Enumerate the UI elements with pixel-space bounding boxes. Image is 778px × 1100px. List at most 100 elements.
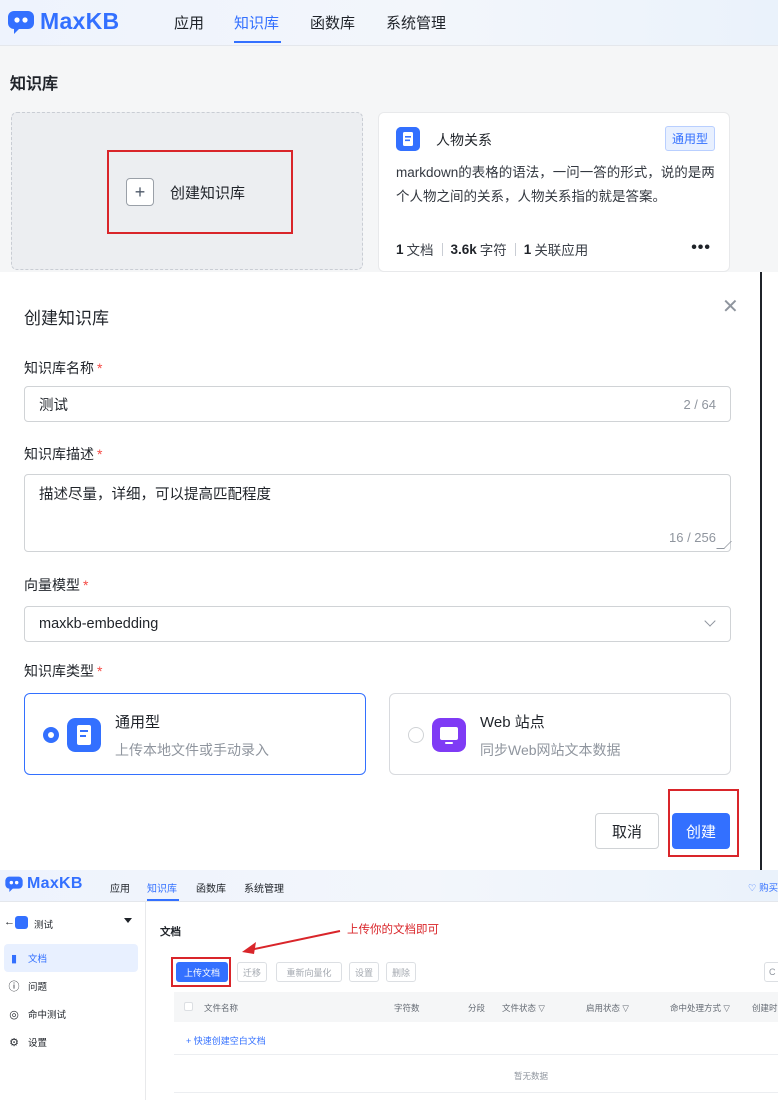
nav-apps[interactable]: 应用 (110, 880, 130, 895)
document-icon (67, 718, 101, 752)
name-char-counter: 2 / 64 (683, 396, 716, 412)
type-option-desc: 上传本地文件或手动录入 (115, 742, 269, 758)
name-input-value: 测试 (39, 397, 68, 414)
filter-icon[interactable]: ▽ (622, 1003, 629, 1013)
header-hit-handling[interactable]: 命中处理方式 ▽ (670, 1002, 730, 1014)
doc-count: 1 (396, 241, 404, 257)
header-file-name: 文件名称 (204, 1003, 239, 1013)
annotation-highlight-create (107, 150, 293, 234)
window-edge-line (760, 272, 762, 870)
back-arrow-icon[interactable]: ← (4, 916, 15, 928)
sidebar-item-hit-test[interactable]: ◎ 命中测试 (0, 1000, 138, 1028)
migrate-button[interactable]: 迁移 (237, 962, 267, 982)
desc-placeholder: 描述尽量，详细，可以提高匹配程度 (39, 487, 271, 503)
char-count-unit: 字符 (479, 243, 507, 258)
delete-button[interactable]: 删除 (386, 962, 416, 982)
knowledge-name-input[interactable]: 测试 2 / 64 (24, 386, 731, 422)
buy-pro-label: 购买专业 (759, 883, 778, 894)
caret-down-icon[interactable] (124, 918, 132, 923)
page-title: 文档 (160, 926, 181, 938)
refresh-button[interactable]: C (764, 962, 778, 982)
document-icon: ▮ (10, 952, 18, 965)
close-icon[interactable]: ✕ (722, 294, 739, 319)
sidebar-item-questions[interactable]: ⓘ 问题 (0, 972, 138, 1000)
sidebar-item-label: 问题 (28, 982, 48, 993)
knowledge-description-textarea[interactable]: 描述尽量，详细，可以提高匹配程度 16 / 256 (24, 474, 732, 552)
buy-pro-link[interactable]: ♡ 购买专业 (748, 880, 778, 894)
radio-unselected[interactable] (408, 727, 424, 743)
sidebar-item-label: 设置 (28, 1038, 48, 1049)
type-option-name: 通用型 (115, 714, 161, 731)
header-created-time: 创建时 (752, 1003, 778, 1013)
header-char-count: 字符数 (394, 1003, 420, 1013)
diamond-icon: ♡ (748, 883, 757, 894)
linked-app-count: 1 (523, 241, 532, 257)
row-divider (174, 1092, 778, 1093)
nav-apps[interactable]: 应用 (174, 12, 204, 33)
row-divider (174, 1054, 778, 1055)
type-label-text: 知识库类型 (24, 663, 94, 679)
annotation-highlight-create-button (668, 789, 739, 857)
nav-knowledge[interactable]: 知识库 (147, 880, 177, 895)
nav-functions[interactable]: 函数库 (196, 880, 226, 895)
knowledge-card[interactable]: 人物关系 通用型 markdown的表格的语法，一问一答的形式，说的是两个人物之… (378, 112, 730, 272)
annotation-text: 上传你的文档即可 (347, 924, 439, 936)
char-count: 3.6k (450, 241, 477, 257)
document-management-view: MaxKB 应用 知识库 函数库 系统管理 ♡ 购买专业 ← 测试 ▮ 文档 ⓘ… (0, 870, 778, 1100)
nav-system-admin[interactable]: 系统管理 (244, 880, 284, 895)
linked-app-unit: 关联应用 (534, 243, 589, 258)
knowledge-card-description: markdown的表格的语法，一问一答的形式，说的是两个人物之间的关系，人物关系… (396, 165, 715, 204)
nav-knowledge[interactable]: 知识库 (234, 12, 279, 33)
knowledge-icon (15, 916, 28, 929)
nav-functions[interactable]: 函数库 (310, 12, 355, 33)
desc-char-counter: 16 / 256 (669, 530, 716, 545)
logo-icon (5, 876, 23, 892)
required-mark: * (97, 360, 103, 376)
filter-icon[interactable]: ▽ (723, 1003, 730, 1013)
knowledge-card-name: 人物关系 (436, 132, 492, 148)
type-option-desc: 同步Web网站文本数据 (480, 742, 621, 758)
radio-selected[interactable] (43, 727, 59, 743)
header-enable-status[interactable]: 启用状态 ▽ (586, 1002, 629, 1014)
maxkb-logo[interactable]: MaxKB (6, 8, 119, 35)
resize-handle-icon[interactable] (716, 541, 732, 549)
sidebar-item-documents[interactable]: ▮ 文档 (4, 944, 138, 972)
type-option-web[interactable]: Web 站点 同步Web网站文本数据 (389, 693, 731, 775)
nav-system-admin[interactable]: 系统管理 (386, 12, 446, 33)
empty-state-text: 暂无数据 (514, 1071, 549, 1081)
sidebar: ← 测试 ▮ 文档 ⓘ 问题 ◎ 命中测试 ⚙ 设置 (0, 902, 146, 1100)
page-title: 知识库 (10, 76, 59, 93)
type-option-general[interactable]: 通用型 上传本地文件或手动录入 (24, 693, 366, 775)
sidebar-item-settings[interactable]: ⚙ 设置 (0, 1028, 138, 1056)
logo-text: MaxKB (40, 8, 120, 34)
embedding-model-select[interactable]: maxkb-embedding (24, 606, 731, 642)
header-file-status-label: 文件状态 (502, 1003, 537, 1013)
model-select-value: maxkb-embedding (39, 616, 159, 632)
revectorize-button[interactable]: 重新向量化 (276, 962, 342, 982)
filter-icon[interactable]: ▽ (538, 1003, 545, 1013)
stat-divider (514, 242, 516, 256)
annotation-highlight-upload (171, 957, 231, 987)
more-options-icon[interactable]: ••• (691, 239, 711, 257)
cancel-button[interactable]: 取消 (595, 813, 659, 849)
sidebar-item-label: 命中测试 (28, 1010, 67, 1021)
maxkb-logo[interactable]: MaxKB (4, 875, 83, 893)
select-all-checkbox[interactable] (184, 1002, 193, 1011)
header-enable-status-label: 启用状态 (586, 1003, 621, 1013)
create-knowledge-dialog: 创建知识库 ✕ 知识库名称 * 测试 2 / 64 知识库描述 * 描述尽量，详细，… (0, 272, 778, 870)
chevron-down-icon (704, 615, 716, 627)
type-option-name: Web 站点 (480, 714, 545, 731)
stat-divider (441, 242, 443, 256)
required-mark: * (97, 446, 103, 462)
required-mark: * (83, 577, 89, 593)
logo-text: MaxKB (27, 875, 83, 892)
sidebar-item-label: 文档 (28, 954, 48, 965)
document-table-header: 文件名称 字符数 分段 文件状态 ▽ 启用状态 ▽ 命中处理方式 ▽ 创建时 (174, 992, 778, 1022)
top-navigation-bar: MaxKB 应用 知识库 函数库 系统管理 ♡ 购买专业 (0, 870, 778, 902)
quick-create-blank-document-link[interactable]: + 快速创建空白文档 (186, 1034, 266, 1047)
knowledge-selector-name[interactable]: 测试 (34, 917, 53, 931)
header-file-status[interactable]: 文件状态 ▽ (502, 1002, 545, 1014)
settings-button[interactable]: 设置 (349, 962, 379, 982)
annotation-arrow-icon (242, 930, 341, 954)
name-field-label: 知识库名称 * (24, 358, 102, 378)
